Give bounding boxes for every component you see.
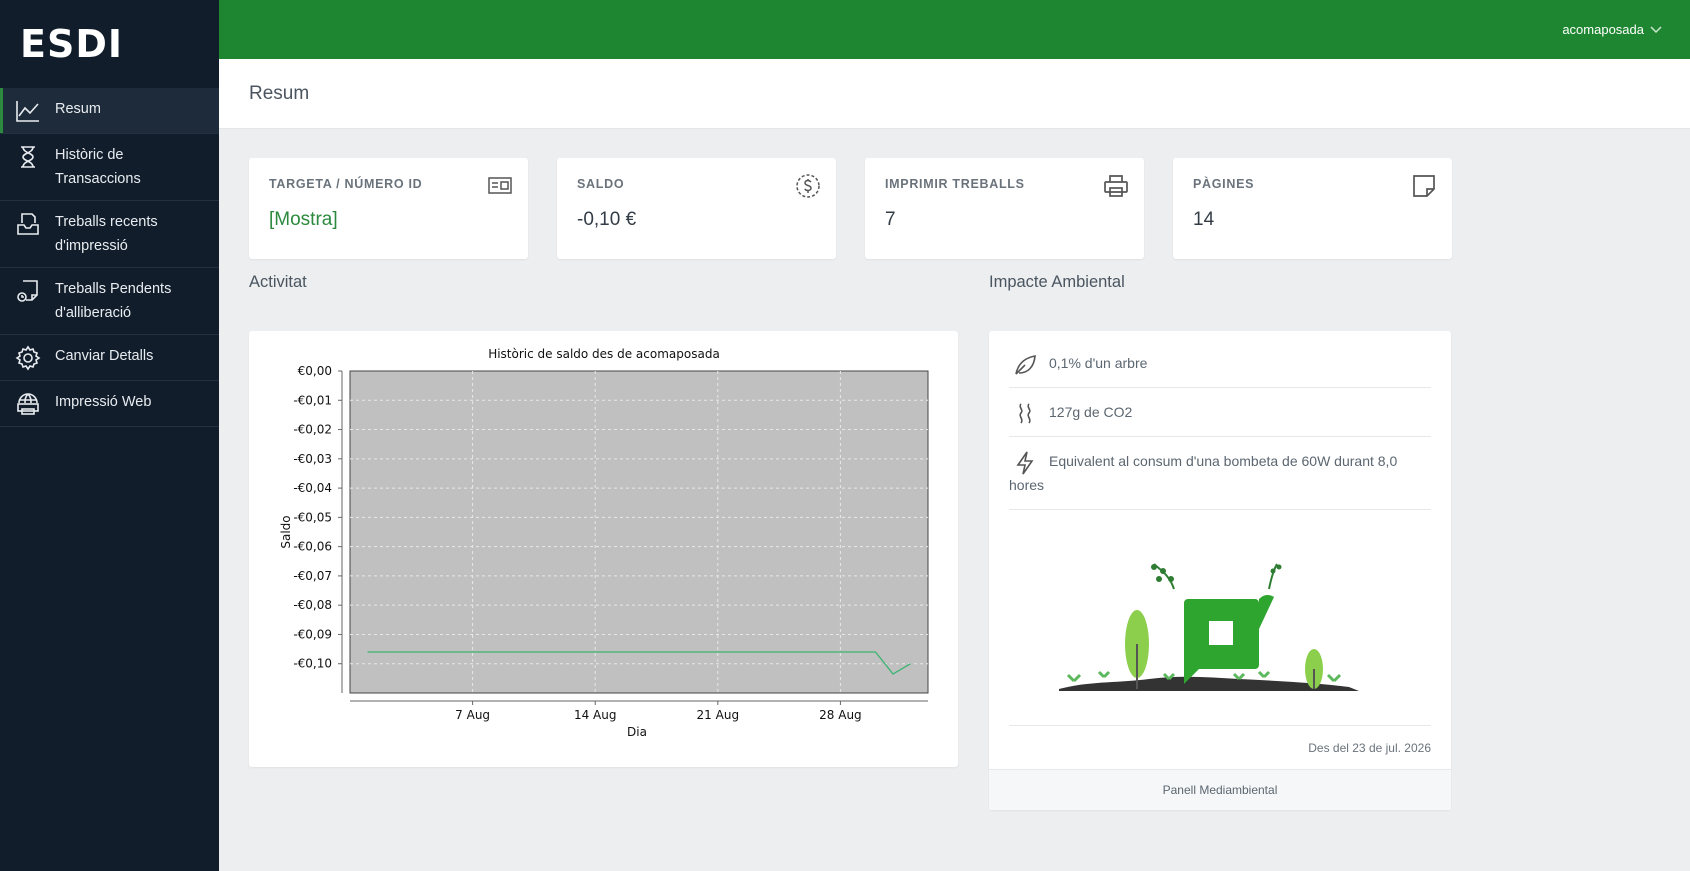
user-menu[interactable]: acomaposada bbox=[1562, 22, 1662, 37]
sidebar: ESDI Resum Històric de Transaccions Treb… bbox=[0, 0, 219, 871]
x-tick-label: 21 Aug bbox=[697, 708, 740, 722]
y-tick-label: -€0,03 bbox=[293, 452, 332, 466]
balance-history-chart: Històric de saldo des de acomaposada €0,… bbox=[279, 347, 929, 739]
card-label: IMPRIMIR TREBALLS bbox=[885, 177, 1025, 191]
sidebar-item-label: Resum bbox=[55, 101, 101, 117]
card-value: 14 bbox=[1193, 209, 1215, 230]
impact-text: Equivalent al consum d'una bombeta de 60… bbox=[1009, 453, 1398, 493]
impact-since-date: Des del 23 de jul. 2026 bbox=[1308, 741, 1431, 755]
sidebar-item-treballs-recents[interactable]: Treballs recents d'impressió bbox=[0, 201, 219, 268]
esdi-logo[interactable]: ESDI bbox=[0, 0, 219, 88]
y-tick-label: -€0,07 bbox=[293, 569, 332, 583]
username: acomaposada bbox=[1562, 22, 1644, 37]
main-content: TARGETA / NÚMERO ID [Mostra] SALDO -0,10… bbox=[219, 129, 1690, 871]
y-tick-label: -€0,10 bbox=[293, 657, 332, 671]
y-tick-label: -€0,05 bbox=[293, 510, 332, 524]
page-title: Resum bbox=[249, 82, 310, 104]
y-tick-label: -€0,01 bbox=[293, 393, 332, 407]
y-tick-label: €0,00 bbox=[298, 364, 332, 378]
lightning-icon bbox=[1016, 451, 1034, 475]
printer-icon bbox=[1104, 175, 1128, 197]
card-value: -0,10 € bbox=[577, 209, 637, 230]
leaf-icon bbox=[1015, 355, 1036, 375]
y-tick-label: -€0,09 bbox=[293, 627, 332, 641]
steam-icon bbox=[1019, 403, 1031, 424]
impact-text: 0,1% d'un arbre bbox=[1049, 355, 1148, 371]
card-label: SALDO bbox=[577, 177, 625, 191]
card-targeta: TARGETA / NÚMERO ID [Mostra] bbox=[249, 158, 528, 259]
impact-panel: 0,1% d'un arbre 127g de CO2 Equivalent a… bbox=[989, 331, 1451, 810]
y-axis-ticks: €0,00 -€0,01 -€0,02 -€0,03 -€0,04 -€0,05 -€0,0… bbox=[293, 364, 342, 671]
impact-row-energy: Equivalent al consum d'una bombeta de 60… bbox=[1009, 437, 1431, 510]
environment-illustration bbox=[1059, 563, 1359, 691]
sidebar-item-label: Impressió Web bbox=[55, 394, 152, 410]
sidebar-item-resum[interactable]: Resum bbox=[0, 88, 219, 134]
impact-row-tree: 0,1% d'un arbre bbox=[1009, 339, 1431, 388]
page-icon bbox=[1413, 175, 1435, 197]
card-id-link[interactable]: [Mostra] bbox=[269, 209, 508, 231]
chart-title: Històric de saldo des de acomaposada bbox=[488, 347, 720, 361]
sidebar-item-label: Treballs recents d'impressió bbox=[55, 214, 158, 254]
line-chart-icon bbox=[0, 97, 55, 124]
sidebar-item-label: Històric de Transaccions bbox=[55, 147, 141, 187]
title-bar: Resum bbox=[219, 59, 1690, 129]
gear-icon bbox=[0, 344, 55, 371]
environmental-dashboard-link[interactable]: Panell Mediambiental bbox=[989, 769, 1451, 810]
impact-row-co2: 127g de CO2 bbox=[1009, 388, 1431, 437]
top-bar: acomaposada bbox=[219, 0, 1690, 59]
plot-area bbox=[349, 370, 929, 694]
impact-text: 127g de CO2 bbox=[1049, 404, 1133, 420]
sidebar-item-label: Canviar Detalls bbox=[55, 348, 154, 364]
dollar-coin-icon bbox=[796, 174, 820, 198]
x-tick-label: 28 Aug bbox=[819, 708, 862, 722]
card-pagines: PÀGINES 14 bbox=[1173, 158, 1452, 259]
pending-job-icon bbox=[0, 277, 55, 304]
id-card-icon bbox=[488, 177, 512, 194]
sidebar-item-impressio-web[interactable]: Impressió Web bbox=[0, 381, 219, 427]
activity-panel: Històric de saldo des de acomaposada €0,… bbox=[249, 331, 958, 767]
y-tick-label: -€0,08 bbox=[293, 598, 332, 612]
sidebar-item-treballs-pendents[interactable]: Treballs Pendents d'alliberació bbox=[0, 268, 219, 335]
y-tick-label: -€0,02 bbox=[293, 423, 332, 437]
x-tick-label: 14 Aug bbox=[574, 708, 617, 722]
card-imprimir-treballs: IMPRIMIR TREBALLS 7 bbox=[865, 158, 1144, 259]
card-label: PÀGINES bbox=[1193, 177, 1255, 191]
y-tick-label: -€0,04 bbox=[293, 481, 332, 495]
impact-title: Impacte Ambiental bbox=[989, 273, 1125, 291]
web-print-icon bbox=[0, 390, 55, 417]
sidebar-item-historic-transaccions[interactable]: Històric de Transaccions bbox=[0, 134, 219, 201]
activity-title: Activitat bbox=[249, 273, 307, 291]
divider bbox=[1009, 725, 1431, 726]
x-axis-label: Dia bbox=[627, 725, 647, 739]
sidebar-item-label: Treballs Pendents d'alliberació bbox=[55, 281, 172, 321]
chevron-down-icon bbox=[1650, 22, 1662, 37]
hourglass-icon bbox=[0, 143, 55, 170]
card-saldo: SALDO -0,10 € bbox=[557, 158, 836, 259]
y-tick-label: -€0,06 bbox=[293, 540, 332, 554]
x-axis-ticks: 7 Aug 14 Aug 21 Aug 28 Aug bbox=[455, 701, 862, 722]
card-label: TARGETA / NÚMERO ID bbox=[269, 177, 423, 191]
x-tick-label: 7 Aug bbox=[455, 708, 490, 722]
card-value: 7 bbox=[885, 209, 896, 230]
printer-tray-icon bbox=[0, 210, 55, 237]
y-axis-label: Saldo bbox=[279, 515, 293, 548]
sidebar-item-canviar-detalls[interactable]: Canviar Detalls bbox=[0, 335, 219, 381]
